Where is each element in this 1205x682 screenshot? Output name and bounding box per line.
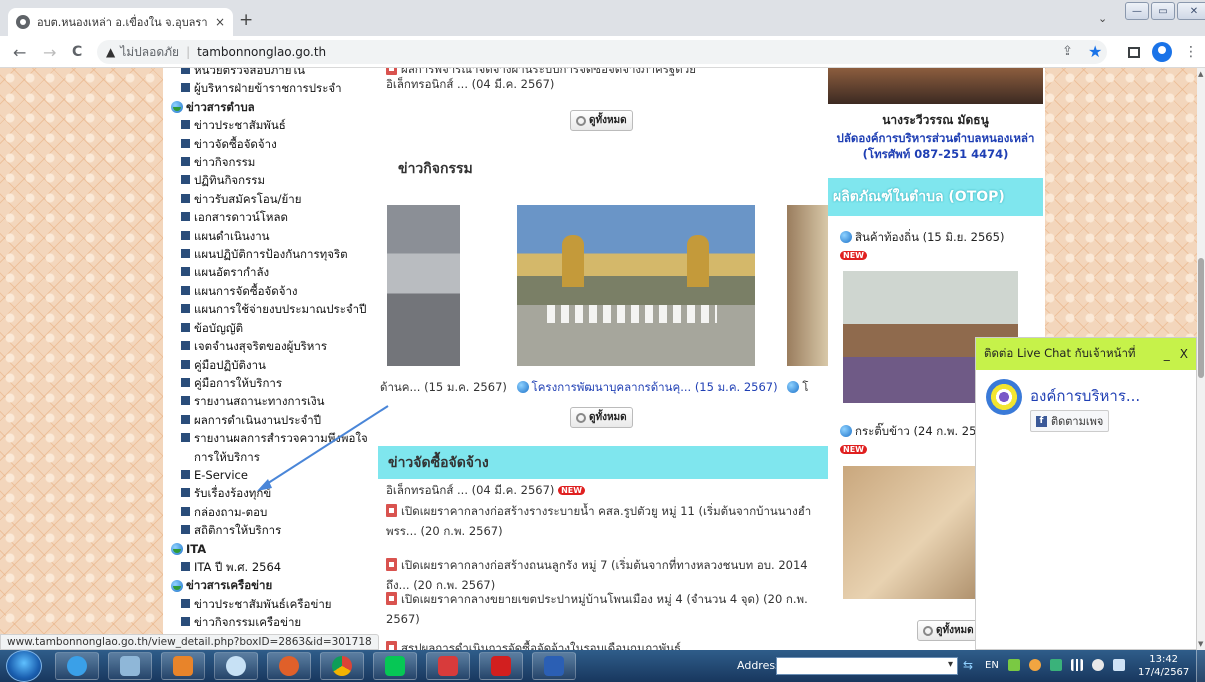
line-taskbar-button[interactable] bbox=[373, 652, 417, 680]
word-taskbar-button[interactable] bbox=[532, 652, 576, 680]
address-bar[interactable]: ▲ ไม่ปลอดภัย | tambonnonglao.go.th bbox=[97, 40, 1107, 64]
security-status[interactable]: ไม่ปลอดภัย bbox=[120, 43, 179, 62]
live-chat-title: ติดต่อ Live Chat กับเจ้าหน้าที่ bbox=[984, 346, 1136, 360]
network-app-icon[interactable] bbox=[1007, 659, 1020, 671]
bookmark-star-icon[interactable]: ★ bbox=[1088, 42, 1102, 61]
word-icon bbox=[544, 656, 564, 676]
chrome-taskbar-button[interactable] bbox=[320, 652, 364, 680]
clock-time: 13:42 bbox=[1149, 654, 1179, 665]
app-taskbar-button[interactable] bbox=[267, 652, 311, 680]
address-toolbar-label: Address bbox=[737, 659, 781, 672]
follow-page-label: ติดตามเพจ bbox=[1051, 415, 1104, 428]
forward-button[interactable]: → bbox=[43, 43, 56, 62]
arrow-head bbox=[257, 479, 272, 491]
start-button[interactable] bbox=[6, 650, 42, 682]
scrollbar-thumb[interactable] bbox=[1198, 258, 1204, 378]
minimize-chat-button[interactable]: _ bbox=[1164, 347, 1170, 361]
facebook-icon: f bbox=[1036, 415, 1047, 427]
taskbar: Address ⇆ EN 13:42 17/4/2567 bbox=[0, 650, 1205, 682]
url-text[interactable]: tambonnonglao.go.th bbox=[197, 45, 326, 59]
toolbox-icon bbox=[438, 656, 458, 676]
close-chat-button[interactable]: X bbox=[1180, 347, 1188, 361]
window-controls: — ▭ ✕ bbox=[1125, 2, 1205, 20]
address-separator: | bbox=[186, 45, 191, 59]
browser-menu-icon[interactable]: ⋮ bbox=[1184, 44, 1198, 60]
line-icon bbox=[385, 656, 405, 676]
ie-taskbar-button[interactable] bbox=[55, 652, 99, 680]
show-desktop-button[interactable] bbox=[1196, 650, 1205, 682]
side-panel-icon[interactable] bbox=[1128, 47, 1140, 58]
chrome-icon bbox=[332, 656, 352, 676]
scroll-up-icon[interactable]: ▲ bbox=[1198, 70, 1203, 78]
live-chat-header[interactable]: ติดต่อ Live Chat กับเจ้าหน้าที่ _ X bbox=[976, 338, 1196, 370]
toolbar: ← → C ▲ ไม่ปลอดภัย | tambonnonglao.go.th… bbox=[0, 36, 1205, 68]
warning-icon[interactable]: ▲ bbox=[106, 45, 115, 59]
internet-explorer-icon bbox=[67, 656, 87, 676]
org-logo[interactable] bbox=[986, 379, 1022, 415]
tab-search-chevron-icon[interactable]: ⌄ bbox=[1098, 12, 1107, 25]
go-icon[interactable]: ⇆ bbox=[963, 658, 973, 672]
tools-taskbar-button[interactable] bbox=[426, 652, 470, 680]
app-icon bbox=[279, 656, 299, 676]
reload-button[interactable]: C bbox=[72, 44, 82, 60]
follow-page-button[interactable]: f ติดตามเพจ bbox=[1030, 410, 1110, 432]
address-toolbar-input[interactable] bbox=[776, 657, 958, 675]
arrow-line bbox=[261, 405, 389, 488]
browser-tab[interactable]: อบต.หนองเหล่า อ.เขื่องใน จ.อุบลราชธา × bbox=[8, 8, 233, 36]
tray-app-icon[interactable] bbox=[1049, 659, 1062, 671]
acrobat-taskbar-button[interactable] bbox=[479, 652, 523, 680]
volume-icon[interactable] bbox=[1091, 659, 1104, 671]
minimize-button[interactable]: — bbox=[1125, 2, 1149, 20]
acrobat-icon bbox=[491, 656, 511, 676]
status-url: www.tambonnonglao.go.th/view_detail.php?… bbox=[0, 634, 379, 650]
back-button[interactable]: ← bbox=[13, 43, 26, 62]
clock-date: 17/4/2567 bbox=[1138, 667, 1190, 678]
media-player-icon bbox=[173, 656, 193, 676]
page-scrollbar[interactable]: ▲ ▼ bbox=[1197, 68, 1205, 650]
system-tray: EN bbox=[985, 659, 1125, 671]
explorer-taskbar-button[interactable] bbox=[108, 652, 152, 680]
new-tab-button[interactable]: + bbox=[239, 10, 253, 30]
scroll-down-icon[interactable]: ▼ bbox=[1198, 640, 1203, 648]
live-chat-widget[interactable]: ติดต่อ Live Chat กับเจ้าหน้าที่ _ X องค์… bbox=[975, 337, 1197, 650]
language-indicator[interactable]: EN bbox=[985, 660, 999, 671]
tab-close-icon[interactable]: × bbox=[215, 15, 225, 29]
photos-icon bbox=[226, 656, 246, 676]
photos-taskbar-button[interactable] bbox=[214, 652, 258, 680]
tray-app-icon[interactable] bbox=[1028, 659, 1041, 671]
site-favicon-icon bbox=[16, 15, 30, 29]
share-icon[interactable]: ⇪ bbox=[1062, 44, 1073, 59]
tab-title: อบต.หนองเหล่า อ.เขื่องใน จ.อุบลราชธา bbox=[37, 16, 208, 29]
action-center-icon[interactable] bbox=[1112, 659, 1125, 671]
org-page-name[interactable]: องค์การบริหาร... bbox=[1030, 384, 1140, 408]
tab-strip: อบต.หนองเหล่า อ.เขื่องใน จ.อุบลราชธา × +… bbox=[0, 0, 1205, 36]
signal-icon[interactable] bbox=[1070, 659, 1083, 671]
profile-avatar-icon[interactable] bbox=[1152, 42, 1172, 62]
media-taskbar-button[interactable] bbox=[161, 652, 205, 680]
close-window-button[interactable]: ✕ bbox=[1177, 2, 1205, 20]
file-explorer-icon bbox=[120, 656, 140, 676]
maximize-button[interactable]: ▭ bbox=[1151, 2, 1175, 20]
clock[interactable]: 13:42 17/4/2567 bbox=[1138, 653, 1189, 679]
